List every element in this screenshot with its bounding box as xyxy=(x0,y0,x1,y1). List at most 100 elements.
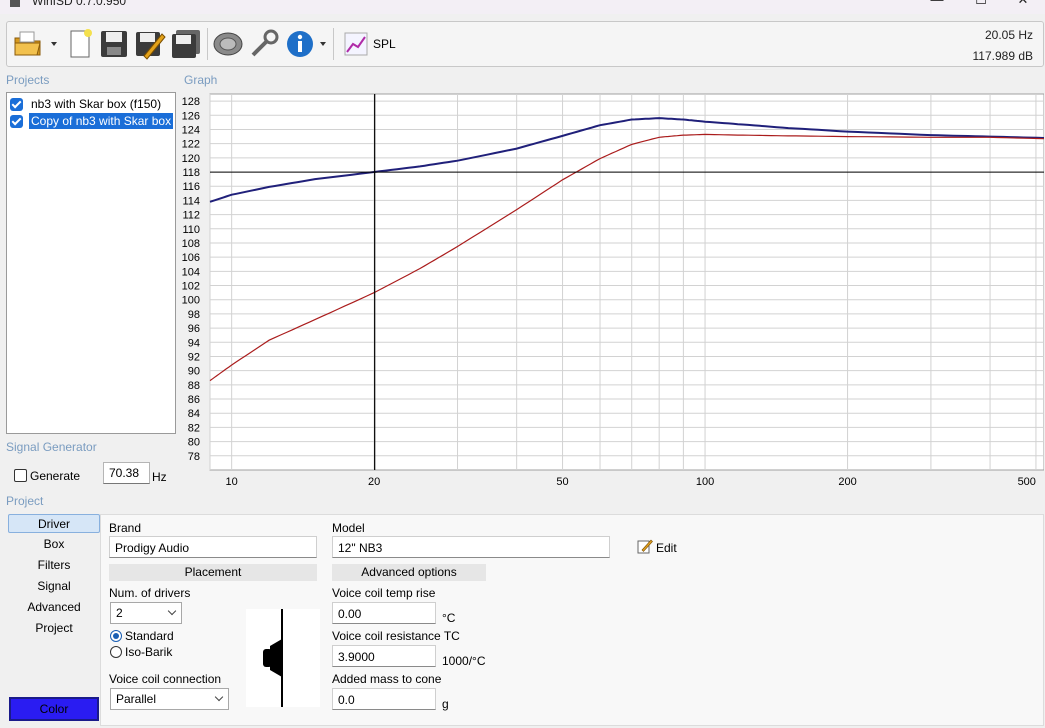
project-item[interactable]: Copy of nb3 with Skar box xyxy=(10,112,175,130)
tab-box[interactable]: Box xyxy=(8,535,100,554)
graph-section-label: Graph xyxy=(184,73,218,87)
vc-temp-rise-label: Voice coil temp rise xyxy=(332,586,436,600)
y-tick-label: 84 xyxy=(188,408,200,420)
added-mass-field[interactable]: 0.0 xyxy=(332,688,436,710)
open-dropdown-icon[interactable] xyxy=(51,42,57,46)
y-tick-label: 102 xyxy=(182,281,200,293)
isobarik-radio[interactable] xyxy=(110,646,122,658)
tab-filters[interactable]: Filters xyxy=(8,556,100,575)
projects-section-label: Projects xyxy=(6,73,50,87)
generate-label: Generate xyxy=(30,469,81,483)
model-label: Model xyxy=(332,521,365,535)
spl-graph[interactable]: 78 80 82 84 86 88 90 92 94 96 98 100 102 104 106 108 110… xyxy=(182,92,1045,492)
generate-checkbox[interactable] xyxy=(14,469,27,482)
y-tick-label: 112 xyxy=(182,210,200,222)
tab-signal[interactable]: Signal xyxy=(8,577,100,596)
edit-icon[interactable] xyxy=(637,538,653,554)
x-tick-label: 10 xyxy=(226,476,238,488)
x-tick-label: 200 xyxy=(838,476,856,488)
y-tick-label: 108 xyxy=(182,238,200,250)
maximize-button[interactable]: ☐ xyxy=(958,0,1004,12)
info-dropdown-icon[interactable] xyxy=(320,42,326,46)
y-tick-label: 88 xyxy=(188,380,200,392)
y-tick-label: 126 xyxy=(182,110,200,122)
project-section-label: Project xyxy=(6,494,44,508)
new-icon[interactable] xyxy=(63,26,97,62)
save-all-icon[interactable] xyxy=(169,26,203,62)
brand-field[interactable]: Prodigy Audio xyxy=(109,536,317,558)
spl-label[interactable]: SPL xyxy=(373,37,396,51)
y-tick-label: 78 xyxy=(188,451,200,463)
standard-label: Standard xyxy=(125,629,174,643)
chevron-down-icon xyxy=(167,606,177,616)
y-tick-label: 92 xyxy=(188,351,200,363)
signal-generator-label: Signal Generator xyxy=(6,440,97,454)
window-title: WinISD 0.7.0.950 xyxy=(32,0,127,8)
signal-frequency-input[interactable]: 70.38 xyxy=(103,462,150,484)
y-tick-label: 82 xyxy=(188,422,200,434)
tab-driver[interactable]: Driver xyxy=(8,514,100,533)
cursor-frequency-readout: 20.05 Hz xyxy=(984,28,1033,42)
project-checkbox[interactable] xyxy=(10,97,23,111)
vc-connection-label: Voice coil connection xyxy=(109,672,222,686)
vc-resistance-tc-label: Voice coil resistance TC xyxy=(332,629,460,643)
y-tick-label: 106 xyxy=(182,252,200,264)
brand-label: Brand xyxy=(109,521,142,535)
edit-save-icon[interactable] xyxy=(133,26,167,62)
vc-resistance-tc-field[interactable]: 3.9000 xyxy=(332,645,436,667)
project-item[interactable]: nb3 with Skar box (f150) xyxy=(10,96,163,112)
y-tick-label: 104 xyxy=(182,266,200,278)
y-tick-label: 128 xyxy=(182,96,200,108)
num-drivers-label: Num. of drivers xyxy=(109,586,191,600)
tab-project[interactable]: Project xyxy=(8,619,100,638)
added-mass-label: Added mass to cone xyxy=(332,672,442,686)
vc-temp-rise-field[interactable]: 0.00 xyxy=(332,602,436,624)
cursor-level-readout: 117.989 dB xyxy=(972,49,1034,63)
advanced-options-header: Advanced options xyxy=(332,564,486,581)
y-tick-label: 122 xyxy=(182,139,200,151)
x-tick-label: 100 xyxy=(696,476,714,488)
project-checkbox[interactable] xyxy=(10,114,23,128)
open-icon[interactable] xyxy=(11,26,45,62)
project-label[interactable]: Copy of nb3 with Skar box xyxy=(27,112,175,130)
app-icon xyxy=(10,0,20,7)
spl-chart[interactable]: 78 80 82 84 86 88 90 92 94 96 98 100 102 104 106 108 110… xyxy=(182,92,1045,492)
y-tick-label: 116 xyxy=(182,181,200,193)
y-tick-label: 86 xyxy=(188,394,200,406)
vc-connection-value: Parallel xyxy=(116,692,157,706)
minimize-button[interactable]: — xyxy=(914,0,960,12)
info-icon[interactable] xyxy=(283,26,317,62)
standard-radio[interactable] xyxy=(110,630,122,642)
projects-list: nb3 with Skar box (f150) Copy of nb3 wit… xyxy=(6,92,176,434)
tab-advanced[interactable]: Advanced xyxy=(8,598,100,617)
num-drivers-value: 2 xyxy=(116,606,123,620)
y-tick-label: 96 xyxy=(188,323,200,335)
driver-placement-diagram xyxy=(246,609,320,707)
driver-panel: Brand Prodigy Audio Model 12" NB3 Edit P… xyxy=(100,514,1044,726)
y-tick-label: 124 xyxy=(182,124,200,136)
x-tick-label: 500 xyxy=(1018,476,1036,488)
save-icon[interactable] xyxy=(97,26,131,62)
x-tick-label: 20 xyxy=(368,476,380,488)
spl-graph-icon[interactable] xyxy=(339,26,373,62)
driver-icon[interactable] xyxy=(211,26,245,62)
y-tick-label: 98 xyxy=(188,309,200,321)
tools-icon[interactable] xyxy=(247,26,281,62)
added-mass-unit: g xyxy=(442,697,449,711)
isobarik-label: Iso-Barik xyxy=(125,645,173,659)
model-field[interactable]: 12" NB3 xyxy=(332,536,610,558)
toolbar-separator xyxy=(333,28,334,60)
x-tick-label: 50 xyxy=(556,476,568,488)
close-button[interactable]: ✕ xyxy=(1000,0,1045,12)
project-label[interactable]: nb3 with Skar box (f150) xyxy=(29,96,163,112)
y-tick-label: 120 xyxy=(182,153,200,165)
num-drivers-select[interactable]: 2 xyxy=(110,602,182,624)
chevron-down-icon xyxy=(214,692,224,702)
edit-button[interactable]: Edit xyxy=(656,541,677,555)
y-tick-label: 94 xyxy=(188,337,200,349)
color-button[interactable]: Color xyxy=(9,697,99,721)
vc-temp-rise-unit: °C xyxy=(442,611,456,625)
title-bar: WinISD 0.7.0.950 — ☐ ✕ xyxy=(0,0,1045,14)
vc-connection-select[interactable]: Parallel xyxy=(110,688,229,710)
vc-resistance-tc-unit: 1000/°C xyxy=(442,654,486,668)
